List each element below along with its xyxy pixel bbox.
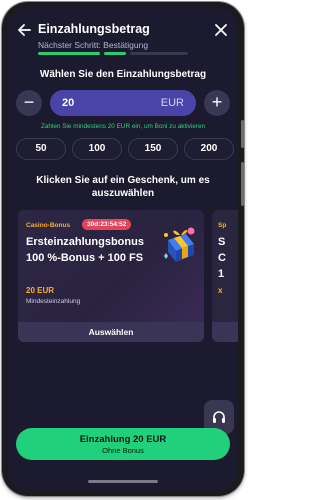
min-deposit-amount: 20 EUR <box>26 286 55 295</box>
decrease-amount-button[interactable]: − <box>16 90 42 116</box>
next-bonus-title-fragment: C <box>218 252 226 264</box>
increase-amount-button[interactable]: + <box>204 90 230 116</box>
gift-box-icon <box>164 227 195 262</box>
phone-frame: Einzahlungsbetrag Nächster Schritt: Best… <box>2 2 244 496</box>
bonus-description: 100 %-Bonus + 100 FS <box>26 252 144 264</box>
back-arrow-icon[interactable] <box>16 22 32 38</box>
preset-150-button[interactable]: 150 <box>128 138 178 160</box>
next-bonus-title-fragment: S <box>218 236 226 248</box>
close-icon[interactable] <box>214 23 228 37</box>
next-bonus-title-fragment: 1 <box>218 268 225 280</box>
next-bonus-card[interactable]: Sp S C 1 x <box>212 210 238 342</box>
page-title: Einzahlungsbetrag <box>38 22 150 36</box>
progress-step-3 <box>130 52 188 55</box>
deposit-screen: Einzahlungsbetrag Nächster Schritt: Best… <box>8 8 238 490</box>
bonus-type-label: Casino-Bonus <box>26 222 71 229</box>
preset-amounts: 50 100 150 200 <box>16 138 234 160</box>
header: Einzahlungsbetrag Nächster Schritt: Best… <box>8 8 238 60</box>
amount-value: 20 <box>62 97 75 109</box>
bonus-title: Ersteinzahlungsbonus <box>26 236 144 248</box>
amount-selector: − 20 EUR + <box>16 90 230 116</box>
amount-section-title: Wählen Sie den Einzahlungsbetrag <box>39 69 207 80</box>
next-step-label: Nächster Schritt: Bestätigung <box>38 40 149 50</box>
progress-step-1 <box>38 52 100 55</box>
home-indicator[interactable] <box>88 480 158 483</box>
min-deposit-label: Mindesteinzahlung <box>26 298 81 305</box>
select-bonus-button[interactable]: Auswählen <box>18 322 204 342</box>
preset-100-button[interactable]: 100 <box>72 138 122 160</box>
next-bonus-select-button[interactable] <box>212 322 238 342</box>
preset-200-button[interactable]: 200 <box>184 138 234 160</box>
bonus-card[interactable]: Casino-Bonus 30d:23:54:52 Ersteinzahlung… <box>18 210 204 342</box>
minimum-deposit-hint: Zahlen Sie mindestens 20 EUR ein, um Bon… <box>40 123 206 130</box>
progress-step-2 <box>104 52 126 55</box>
amount-input[interactable]: 20 EUR <box>50 90 196 116</box>
deposit-button-sublabel: Ohne Bonus <box>102 446 144 455</box>
deposit-button-label: Einzahlung 20 EUR <box>79 434 167 445</box>
next-bonus-amount-fragment: x <box>218 286 223 295</box>
bonus-timer-badge: 30d:23:54:52 <box>82 219 132 230</box>
headset-icon <box>213 411 225 423</box>
gift-section-title: Klicken Sie auf ein Geschenk, um es ausz… <box>36 175 210 199</box>
volume-button <box>241 120 244 148</box>
step-progress <box>38 52 188 55</box>
next-bonus-type-label: Sp <box>218 222 227 229</box>
power-button <box>241 162 244 206</box>
currency-label: EUR <box>160 97 184 109</box>
deposit-button[interactable]: Einzahlung 20 EUR Ohne Bonus <box>16 428 230 460</box>
preset-50-button[interactable]: 50 <box>16 138 66 160</box>
